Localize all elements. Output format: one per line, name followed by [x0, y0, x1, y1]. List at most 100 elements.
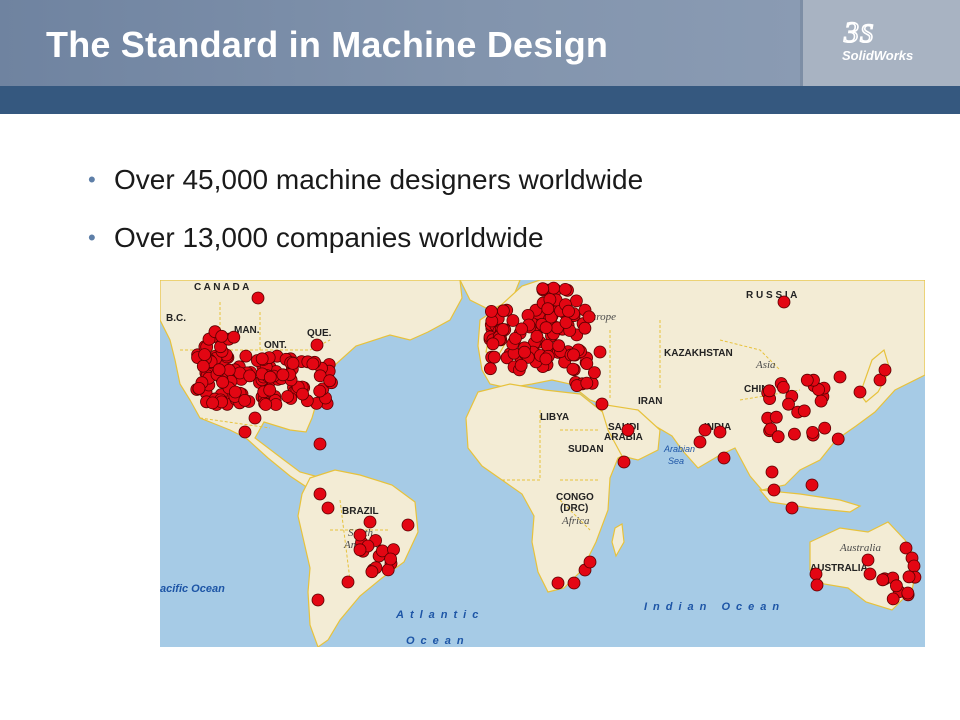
- location-marker: [890, 579, 903, 593]
- location-marker: [239, 349, 253, 363]
- location-marker: [251, 291, 265, 305]
- location-marker: [281, 390, 294, 403]
- location-marker: [797, 404, 811, 418]
- location-marker: [767, 483, 781, 497]
- location-marker: [863, 567, 877, 581]
- location-marker: [583, 555, 597, 569]
- location-marker: [578, 321, 592, 335]
- location-marker: [547, 281, 561, 295]
- location-marker: [713, 425, 727, 439]
- location-marker: [243, 369, 257, 383]
- label-libya: LIBYA: [540, 412, 569, 423]
- label-australia-continent: Australia: [839, 542, 881, 554]
- location-marker: [363, 515, 377, 529]
- location-marker: [296, 387, 310, 401]
- header-strip: [0, 86, 960, 114]
- label-indian-ocean: Indian Ocean: [644, 601, 785, 613]
- location-marker: [558, 282, 572, 296]
- location-marker: [321, 501, 335, 515]
- location-marker: [198, 348, 211, 361]
- location-marker: [782, 397, 795, 411]
- label-pacific-ocean: acific Ocean: [160, 583, 225, 595]
- location-marker: [777, 295, 791, 309]
- location-marker: [580, 376, 594, 390]
- location-marker: [861, 553, 875, 567]
- slide-title: The Standard in Machine Design: [46, 24, 609, 65]
- location-marker: [587, 366, 601, 379]
- location-marker: [365, 565, 379, 579]
- location-marker: [276, 368, 290, 382]
- bullet-list: • Over 45,000 machine designers worldwid…: [88, 158, 643, 274]
- location-marker: [567, 576, 581, 590]
- label-africa: Africa: [561, 515, 590, 527]
- location-marker: [238, 425, 252, 439]
- location-marker: [593, 345, 607, 359]
- location-marker: [227, 330, 241, 344]
- label-drc: (DRC): [560, 503, 588, 514]
- location-marker: [496, 304, 510, 318]
- location-marker: [216, 375, 229, 389]
- label-ontario: ONT.: [264, 340, 287, 351]
- location-marker: [567, 348, 580, 362]
- location-marker: [401, 518, 415, 532]
- location-marker: [263, 370, 277, 384]
- location-marker: [765, 465, 779, 479]
- location-marker: [810, 578, 824, 592]
- label-brazil: BRAZIL: [342, 506, 379, 517]
- location-marker: [484, 304, 498, 318]
- location-marker: [551, 576, 565, 590]
- location-marker: [541, 302, 555, 316]
- location-marker: [831, 432, 845, 446]
- location-marker: [483, 362, 497, 376]
- label-congo: CONGO: [556, 492, 594, 503]
- location-marker: [717, 451, 731, 465]
- svg-text:S: S: [860, 19, 873, 48]
- location-marker: [809, 567, 823, 581]
- location-marker: [876, 573, 890, 587]
- svg-text:3: 3: [843, 16, 859, 48]
- label-iran: IRAN: [638, 396, 662, 407]
- madagascar-land: [611, 523, 625, 558]
- label-atlantic: Atlantic: [395, 609, 484, 621]
- bullet-dot-icon: •: [88, 225, 96, 250]
- location-marker: [311, 593, 325, 607]
- location-marker: [238, 394, 252, 407]
- bullet-dot-icon: •: [88, 167, 96, 192]
- location-marker: [818, 421, 832, 435]
- location-marker: [515, 322, 529, 336]
- location-marker: [313, 384, 327, 398]
- location-marker: [788, 427, 801, 441]
- location-marker: [248, 411, 262, 425]
- location-marker: [833, 370, 847, 384]
- label-kazakhstan: KAZAKHSTAN: [664, 348, 733, 359]
- bullet-item: • Over 45,000 machine designers worldwid…: [88, 158, 643, 216]
- location-marker: [536, 282, 550, 296]
- location-marker: [496, 323, 510, 336]
- location-marker: [306, 357, 320, 371]
- location-marker: [540, 339, 554, 352]
- location-marker: [259, 398, 273, 411]
- bullet-text: Over 13,000 companies worldwide: [114, 222, 544, 253]
- location-marker: [263, 383, 277, 397]
- location-marker: [566, 362, 580, 376]
- location-marker: [255, 352, 269, 366]
- logo-text: SolidWorks: [842, 48, 914, 63]
- location-marker: [806, 425, 819, 439]
- location-marker: [769, 410, 783, 424]
- location-marker: [486, 337, 500, 351]
- location-marker: [313, 437, 327, 451]
- location-marker: [562, 304, 575, 318]
- bullet-item: • Over 13,000 companies worldwide: [88, 216, 643, 274]
- bullet-text: Over 45,000 machine designers worldwide: [114, 164, 644, 195]
- location-marker: [539, 321, 553, 335]
- location-marker: [693, 435, 707, 449]
- location-marker: [514, 359, 528, 372]
- label-sudan: SUDAN: [568, 444, 604, 455]
- location-marker: [902, 570, 916, 584]
- location-marker: [353, 543, 367, 557]
- location-marker: [901, 586, 915, 600]
- world-map: C A N A D A B.C. MAN. ONT. QUE. R U S S …: [160, 280, 925, 647]
- location-marker: [617, 455, 631, 469]
- location-marker: [907, 559, 921, 573]
- location-marker: [853, 385, 867, 399]
